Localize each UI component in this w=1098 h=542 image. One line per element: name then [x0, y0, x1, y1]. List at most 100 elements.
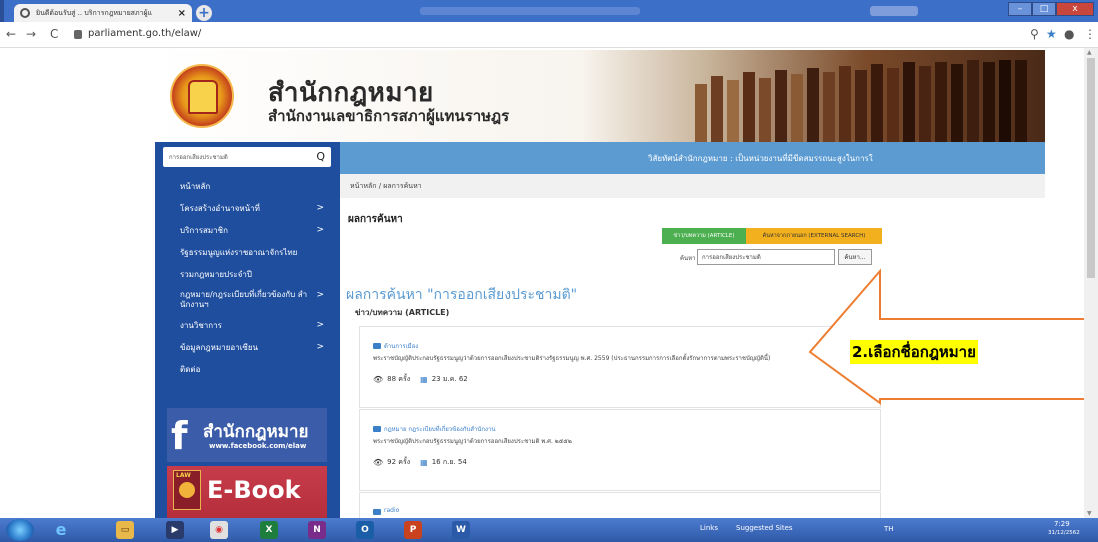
clock-date[interactable]: 31/12/2562	[1048, 530, 1080, 536]
find-input[interactable]	[697, 249, 835, 265]
back-icon[interactable]: ←	[6, 27, 16, 41]
sidebar-item-structure[interactable]: โครงสร้างอำนาจหน้าที่ >	[155, 198, 340, 220]
browser-tab-bar: ยินดีต้อนรับสู่ .. บริการกฎหมายสภาผู้แ ×…	[0, 0, 1098, 22]
facebook-icon: f	[171, 414, 188, 458]
windows-taskbar: e ▭ ▶ ◉ X N O P W Links Suggested Sites …	[0, 518, 1098, 542]
eye-icon: 👁	[373, 458, 384, 467]
result-category-link[interactable]: radio	[384, 507, 399, 514]
suggested-sites-link[interactable]: Suggested Sites	[736, 524, 793, 532]
sidebar-search: Q	[163, 147, 331, 167]
facebook-banner[interactable]: f สำนักกฎหมาย www.facebook.com/elaw	[167, 408, 327, 462]
url-field[interactable]: parliament.go.th/elaw/	[88, 28, 201, 39]
links-toolbar[interactable]: Links	[700, 524, 718, 532]
media-player-icon[interactable]: ▶	[166, 521, 184, 539]
emblem-seal-icon	[188, 80, 218, 114]
folder-icon	[373, 343, 381, 349]
sidebar-item-label: หน้าหลัก	[180, 182, 211, 192]
account-icon[interactable]: ●	[1064, 27, 1074, 41]
new-tab-button[interactable]: +	[196, 5, 212, 21]
tab-close-icon[interactable]: ×	[178, 8, 186, 19]
menu-icon[interactable]: ⋮	[1084, 27, 1096, 41]
sidebar-search-input[interactable]	[163, 147, 303, 167]
facebook-banner-url: www.facebook.com/elaw	[209, 442, 307, 450]
sidebar-item-label: โครงสร้างอำนาจหน้าที่	[180, 204, 260, 214]
powerpoint-icon[interactable]: P	[404, 521, 422, 539]
reload-icon[interactable]: C	[50, 27, 58, 41]
ebook-law-label: LAW	[176, 472, 191, 479]
result-title-link[interactable]: พระราชบัญญัติประกอบรัฐธรรมนูญว่าด้วยการอ…	[373, 353, 770, 363]
forward-icon[interactable]: →	[26, 27, 36, 41]
sidebar-item-label: งานวิชาการ	[180, 321, 222, 331]
page-scrollbar[interactable]: ▲ ▼	[1084, 48, 1098, 518]
sidebar-item-related-regulations[interactable]: กฎหมาย/กฎระเบียบที่เกี่ยวข้องกับ สำนักงา…	[155, 285, 340, 315]
scroll-up-icon[interactable]: ▲	[1087, 49, 1092, 56]
chevron-right-icon: >	[316, 341, 324, 352]
bookmark-star-icon[interactable]: ★	[1046, 27, 1057, 41]
start-button[interactable]	[6, 519, 34, 541]
parliament-emblem-logo[interactable]	[170, 64, 234, 128]
excel-icon[interactable]: X	[260, 521, 278, 539]
sidebar-item-constitution[interactable]: รัฐธรรมนูญแห่งราชอาณาจักรไทย	[155, 241, 340, 263]
find-button[interactable]: ค้นหา...	[838, 249, 872, 265]
clock-time[interactable]: 7:29	[1054, 520, 1070, 528]
chrome-icon[interactable]: ◉	[210, 521, 228, 539]
chevron-right-icon: >	[316, 289, 324, 300]
sidebar-item-contact[interactable]: ติดต่อ	[155, 359, 340, 381]
book-seal-icon	[179, 482, 195, 498]
lock-icon	[74, 30, 82, 39]
address-bar: ← → C parliament.go.th/elaw/ ⚲ ★ ● ⋮	[0, 22, 1098, 48]
tab-article[interactable]: ข่าว/บทความ (ARTICLE)	[662, 228, 746, 244]
window-controls: – □ x	[1008, 2, 1094, 16]
chevron-right-icon: >	[316, 224, 324, 235]
file-explorer-icon[interactable]: ▭	[116, 521, 134, 539]
close-window-button[interactable]: x	[1056, 2, 1094, 16]
sidebar-item-member-services[interactable]: บริการสมาชิก >	[155, 220, 340, 242]
search-icon[interactable]: Q	[316, 150, 325, 163]
sidebar-item-label: รัฐธรรมนูญแห่งราชอาณาจักรไทย	[180, 247, 298, 257]
sidebar-item-label: กฎหมาย/กฎระเบียบที่เกี่ยวข้องกับ สำนักงา…	[180, 289, 308, 309]
sidebar-item-label: รวมกฎหมายประจำปี	[180, 269, 252, 279]
sidebar-item-academic[interactable]: งานวิชาการ >	[155, 315, 340, 337]
sidebar-item-label: ข้อมูลกฎหมายอาเซียน	[180, 343, 259, 353]
result-views: 88 ครั้ง	[387, 375, 411, 383]
result-category-link[interactable]: กฎหมาย กฎระเบียบที่เกี่ยวข้องกับสำนักงาน	[384, 424, 495, 434]
sidebar-item-annual-laws[interactable]: รวมกฎหมายประจำปี	[155, 263, 340, 285]
find-label: ค้นหา	[680, 255, 696, 262]
profile-blur	[870, 6, 918, 16]
tab-favicon-icon	[20, 8, 30, 18]
sidebar-item-home[interactable]: หน้าหลัก	[155, 176, 340, 198]
scroll-down-icon[interactable]: ▼	[1087, 510, 1092, 517]
category-title: ข่าว/บทความ (ARTICLE)	[355, 308, 450, 317]
facebook-banner-title: สำนักกฎหมาย	[203, 422, 309, 442]
result-title-link[interactable]: พระราชบัญญัติประกอบรัฐธรรมนูญว่าด้วยการอ…	[373, 436, 572, 446]
breadcrumb-text[interactable]: หน้าหลัก / ผลการค้นหา	[350, 181, 422, 192]
ie-icon[interactable]: e	[52, 521, 70, 539]
window-title-blur	[420, 7, 640, 15]
callout-label: 2.เลือกชื่อกฎหมาย	[850, 340, 978, 364]
zoom-icon[interactable]: ⚲	[1030, 27, 1039, 41]
tab-title: ยินดีต้อนรับสู่ .. บริการกฎหมายสภาผู้แ	[36, 8, 153, 17]
ebook-banner[interactable]: LAW E-Book	[167, 466, 327, 518]
language-indicator[interactable]: TH	[884, 525, 894, 533]
result-date: 23 ม.ค. 62	[431, 375, 468, 383]
maximize-button[interactable]: □	[1032, 2, 1056, 16]
result-card[interactable]: กฎหมาย กฎระเบียบที่เกี่ยวข้องกับสำนักงาน…	[359, 409, 881, 491]
sidebar-item-asean-law[interactable]: ข้อมูลกฎหมายอาเซียน >	[155, 337, 340, 359]
sidebar-menu: หน้าหลัก โครงสร้างอำนาจหน้าที่ > บริการสม…	[155, 176, 340, 380]
vision-ticker: วิสัยทัศน์สำนักกฎหมาย : เป็นหน่วยงานที่ม…	[648, 154, 873, 163]
result-meta: 👁 88 ครั้ง ▦ 23 ม.ค. 62	[373, 374, 468, 385]
minimize-button[interactable]: –	[1008, 2, 1032, 16]
scrollbar-thumb[interactable]	[1087, 58, 1095, 278]
tab-external-search[interactable]: ค้นหาจากภายนอก (EXTERNAL SEARCH)	[746, 228, 882, 244]
result-category-link[interactable]: ด้านการเมือง	[384, 341, 418, 351]
calendar-icon: ▦	[420, 458, 428, 467]
breadcrumb: หน้าหลัก / ผลการค้นหา	[340, 174, 1045, 198]
result-card[interactable]: ด้านการเมือง พระราชบัญญัติประกอบรัฐธรรมน…	[359, 326, 881, 408]
result-card[interactable]: radio	[359, 492, 881, 518]
browser-tab[interactable]: ยินดีต้อนรับสู่ .. บริการกฎหมายสภาผู้แ ×	[14, 4, 192, 22]
tab-bar-strip	[0, 0, 4, 22]
word-icon[interactable]: W	[452, 521, 470, 539]
onenote-icon[interactable]: N	[308, 521, 326, 539]
result-views: 92 ครั้ง	[387, 458, 411, 466]
outlook-icon[interactable]: O	[356, 521, 374, 539]
